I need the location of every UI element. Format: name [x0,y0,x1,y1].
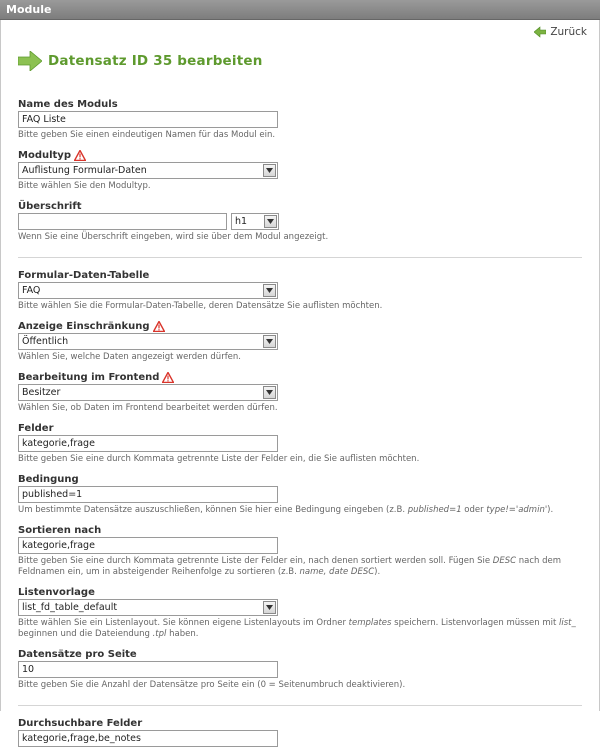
field-tabelle: Formular-Daten-Tabelle FAQ Bitte wählen … [18,269,582,312]
edit-panel: Zurück Datensatz ID 35 bearbeiten Name d… [0,20,600,747]
ueberschrift-row: h1 [18,213,582,230]
back-arrow-icon [534,26,547,38]
hint-listenvorlage-ext: .tpl [152,629,167,639]
field-durchsuchbar: Durchsuchbare Felder kategorie,frage,be_… [18,717,582,747]
chevron-down-icon[interactable] [263,335,276,348]
hint-einschraenkung: Wählen Sie, welche Daten angezeigt werde… [18,352,242,362]
label-ueberschrift: Überschrift [18,201,82,212]
bearbeitung-select[interactable]: Besitzer [18,384,278,401]
modultyp-select-value: Auflistung Formular-Daten [22,165,147,176]
hint-bedingung-example-2: type!='admin' [486,505,548,515]
hint-listenvorlage-folder: templates [348,618,392,628]
field-bearbeitung: Bearbeitung im Frontend Besitzer Wählen … [18,371,582,414]
title-row: Datensatz ID 35 bearbeiten [18,20,582,80]
warning-icon [73,150,86,161]
tabelle-select-value: FAQ [22,285,41,296]
ueberschrift-input[interactable] [18,213,227,230]
hint-sortieren-text: Bitte geben Sie eine durch Kommata getre… [18,556,493,566]
hint-listenvorlage-text-2: speichern. Listenvorlagen müssen mit [391,618,560,628]
hint-sortieren-text-3: ). [374,567,381,577]
hint-bedingung-text: Um bestimmte Datensätze auszuschließen, … [18,505,408,515]
field-listenvorlage: Listenvorlage list_fd_table_default Bitt… [18,586,582,640]
panel-title: Module [6,3,52,16]
hint-name: Bitte geben Sie einen eindeutigen Namen … [18,130,276,140]
chevron-down-icon[interactable] [263,601,276,614]
warning-icon [152,321,165,332]
modultyp-select[interactable]: Auflistung Formular-Daten [18,162,278,179]
listenvorlage-select[interactable]: list_fd_table_default [18,599,278,616]
label-name: Name des Moduls [18,99,118,110]
field-bedingung: Bedingung published=1 Um bestimmte Daten… [18,473,582,516]
field-modultyp: Modultyp Auflistung Formular-Daten Bitte… [18,149,582,192]
hint-ueberschrift: Wenn Sie eine Überschrift eingeben, wird… [18,232,329,242]
page-title: Datensatz ID 35 bearbeiten [48,53,263,69]
hint-bedingung-text-2: oder [461,505,487,515]
label-durchsuchbar: Durchsuchbare Felder [18,718,143,729]
hint-bearbeitung: Wählen Sie, ob Daten im Frontend bearbei… [18,403,278,413]
hint-tabelle: Bitte wählen Sie die Formular-Daten-Tabe… [18,301,383,311]
hint-modultyp: Bitte wählen Sie den Modultyp. [18,181,151,191]
hint-felder: Bitte geben Sie eine durch Kommata getre… [18,454,420,464]
listenvorlage-select-value: list_fd_table_default [22,602,118,613]
heading-level-select[interactable]: h1 [231,213,279,230]
label-modultyp: Modultyp [18,149,582,162]
label-proseite: Datensätze pro Seite [18,649,137,660]
einschraenkung-select-value: Öffentlich [22,336,69,347]
warning-icon [162,372,175,383]
back-link[interactable]: Zurück [534,26,587,38]
chevron-down-icon[interactable] [263,164,276,177]
bedingung-input[interactable]: published=1 [18,486,278,503]
divider [18,705,582,706]
field-ueberschrift: Überschrift h1 Wenn Sie eine Überschrift… [18,200,582,243]
hint-bedingung-example-1: published=1 [407,505,462,515]
back-link-label: Zurück [550,26,587,38]
field-name: Name des Moduls FAQ Liste Bitte geben Si… [18,98,582,141]
hint-bedingung-text-3: ). [547,505,554,515]
hint-listenvorlage-text-3: beginnen und die Dateiendung [18,629,153,639]
label-einschraenkung-text: Anzeige Einschränkung [18,321,150,332]
durchsuchbar-input[interactable]: kategorie,frage,be_notes [18,730,278,747]
label-bedingung: Bedingung [18,474,79,485]
hint-sortieren-example-1: DESC [492,556,517,566]
hint-listenvorlage-prefix: list_ [559,618,576,628]
hint-listenvorlage-text-4: haben. [166,629,199,639]
hint-sortieren: Bitte geben Sie eine durch Kommata getre… [18,556,582,578]
label-bearbeitung: Bearbeitung im Frontend [18,371,582,384]
divider [18,257,582,258]
chevron-down-icon[interactable] [263,386,276,399]
label-bearbeitung-text: Bearbeitung im Frontend [18,372,160,383]
hint-bedingung: Um bestimmte Datensätze auszuschließen, … [18,505,582,516]
field-felder: Felder kategorie,frage Bitte geben Sie e… [18,422,582,465]
field-sortieren: Sortieren nach kategorie,frage Bitte geb… [18,524,582,578]
label-felder: Felder [18,423,54,434]
field-proseite: Datensätze pro Seite 10 Bitte geben Sie … [18,648,582,691]
label-einschraenkung: Anzeige Einschränkung [18,320,582,333]
chevron-down-icon[interactable] [264,215,277,228]
felder-input[interactable]: kategorie,frage [18,435,278,452]
hint-proseite: Bitte geben Sie die Anzahl der Datensätz… [18,680,406,690]
label-modultyp-text: Modultyp [18,150,71,161]
hint-sortieren-example-2: name, date DESC [299,567,375,577]
hint-listenvorlage: Bitte wählen Sie ein Listenlayout. Sie k… [18,618,582,640]
tabelle-select[interactable]: FAQ [18,282,278,299]
einschraenkung-select[interactable]: Öffentlich [18,333,278,350]
sortieren-input[interactable]: kategorie,frage [18,537,278,554]
field-einschraenkung: Anzeige Einschränkung Öffentlich Wählen … [18,320,582,363]
label-listenvorlage: Listenvorlage [18,587,95,598]
proseite-input[interactable]: 10 [18,661,278,678]
hint-listenvorlage-text: Bitte wählen Sie ein Listenlayout. Sie k… [18,618,349,628]
chevron-down-icon[interactable] [263,284,276,297]
panel-header: Module [0,0,600,20]
label-sortieren: Sortieren nach [18,525,102,536]
name-input[interactable]: FAQ Liste [18,111,278,128]
edit-arrow-icon [18,51,42,71]
label-tabelle: Formular-Daten-Tabelle [18,270,150,281]
bearbeitung-select-value: Besitzer [22,387,61,398]
